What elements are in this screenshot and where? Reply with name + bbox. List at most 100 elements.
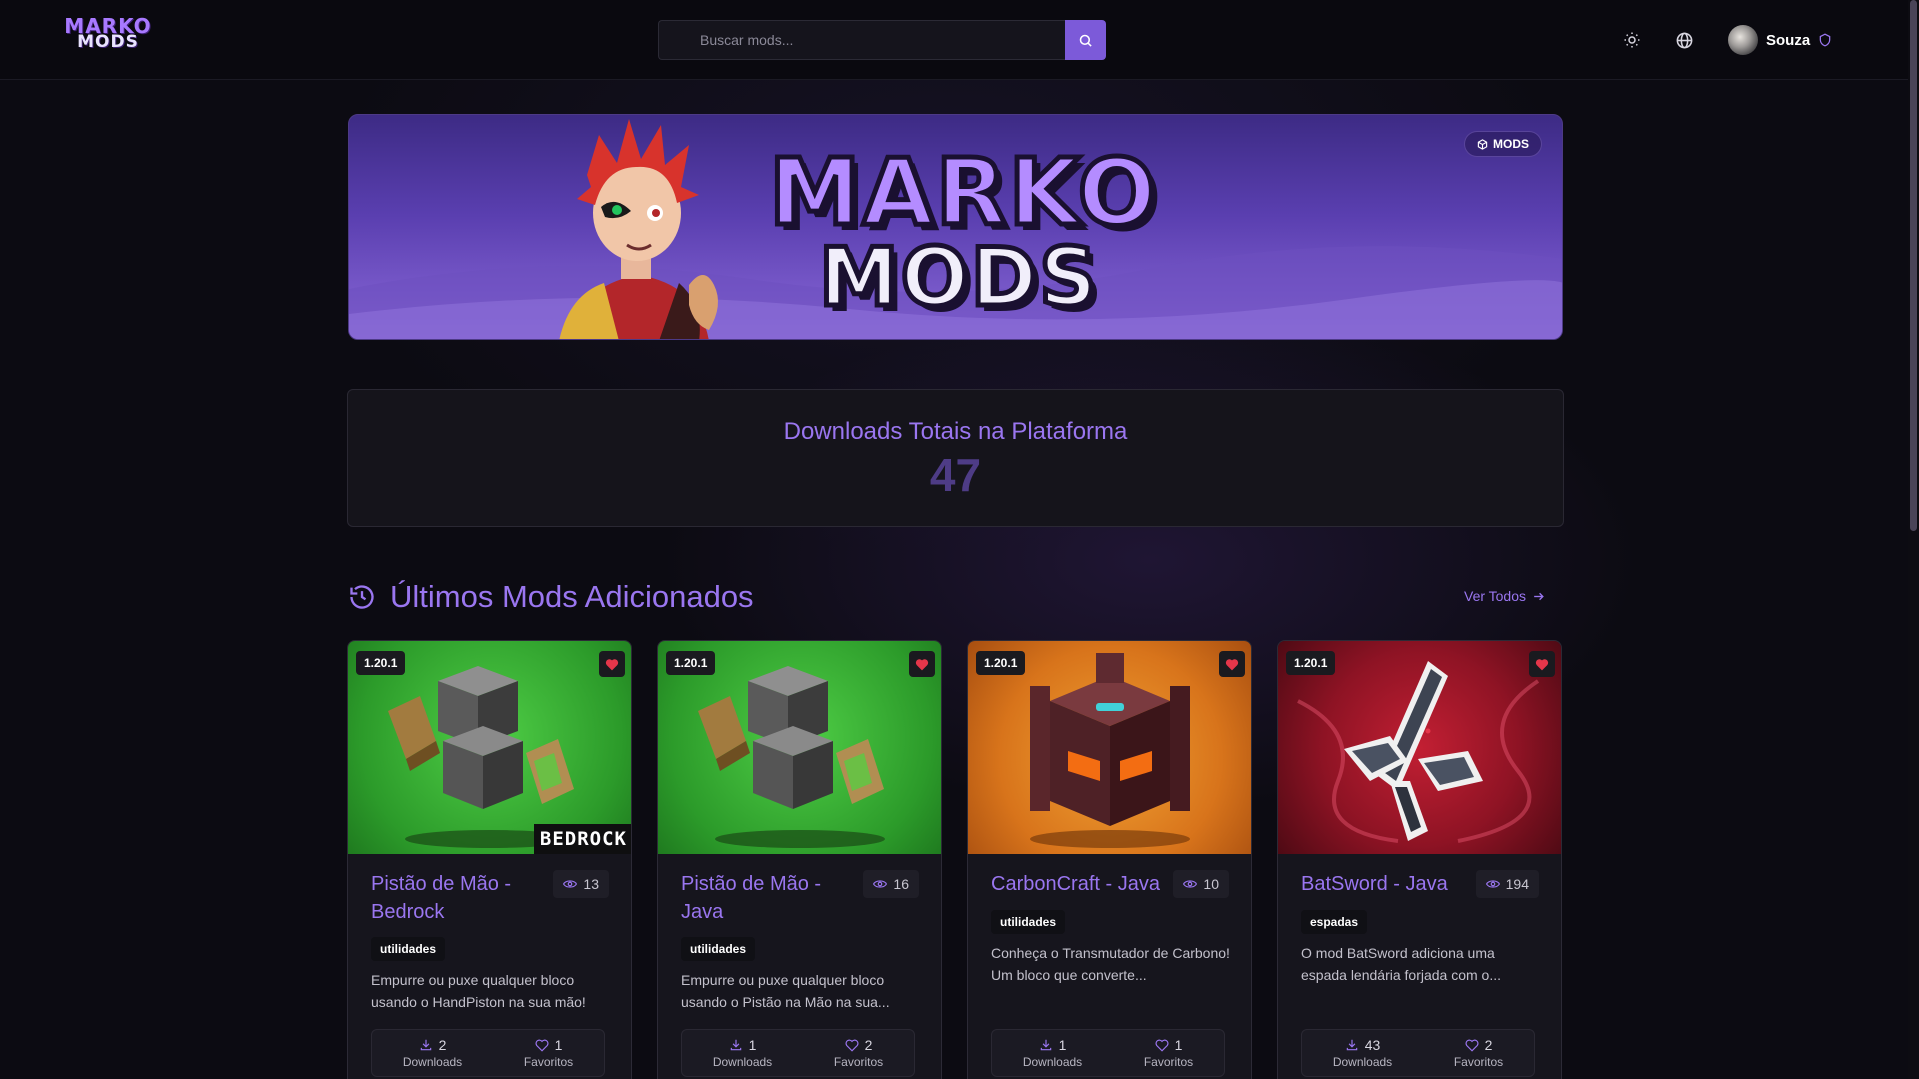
mod-title[interactable]: CarbonCraft - Java <box>991 870 1171 898</box>
downloads-stat: 1 Downloads <box>1023 1037 1082 1069</box>
downloads-stat: 1 Downloads <box>713 1037 772 1069</box>
downloads-value: 2 <box>438 1037 447 1053</box>
top-header: MARKO MODS Souza <box>0 0 1908 80</box>
mods-badge: MODS <box>1464 131 1542 157</box>
category-tag[interactable]: utilidades <box>681 937 756 961</box>
download-icon <box>730 1039 741 1051</box>
user-name: Souza <box>1766 31 1811 49</box>
theme-toggle-button[interactable] <box>1620 28 1644 52</box>
banner-logo-line2: MODS <box>817 231 1100 324</box>
favorite-button[interactable] <box>1529 651 1555 677</box>
language-button[interactable] <box>1672 28 1696 52</box>
scrollbar-thumb[interactable] <box>1910 0 1917 531</box>
downloads-stat: 2 Downloads <box>403 1037 462 1069</box>
mod-thumbnail: BEDROCK 1.20.1 <box>348 641 631 854</box>
heart-icon <box>1535 658 1549 670</box>
favorites-label: Favoritos <box>523 1055 574 1069</box>
download-icon <box>1040 1039 1051 1051</box>
logo-line2: MODS <box>77 32 139 52</box>
view-count-value: 10 <box>1203 876 1219 892</box>
favorite-button[interactable] <box>1219 651 1245 677</box>
downloads-label: Downloads <box>1022 1055 1083 1069</box>
downloads-value: 43 <box>1364 1037 1381 1053</box>
search-button[interactable] <box>1065 20 1106 60</box>
downloads-label: Downloads <box>1332 1055 1393 1069</box>
see-all-label: Ver Todos <box>1464 588 1527 604</box>
eye-icon <box>873 880 888 888</box>
character-illustration <box>559 119 718 339</box>
search-bar <box>658 20 1106 60</box>
heart-outline-icon <box>1465 1039 1479 1052</box>
favorites-stat: 2 Favoritos <box>834 1037 883 1069</box>
category-tag[interactable]: utilidades <box>371 937 446 961</box>
download-icon <box>1346 1039 1357 1051</box>
eye-icon <box>563 880 578 888</box>
heart-icon <box>605 658 619 670</box>
favorites-value: 2 <box>864 1037 873 1053</box>
avatar <box>1728 25 1758 55</box>
version-badge: 1.20.1 <box>666 651 716 675</box>
download-icon <box>420 1039 431 1051</box>
mod-title[interactable]: BatSword - Java <box>1301 870 1481 898</box>
hero-banner: MARKO MODS MODS <box>348 114 1563 340</box>
stats-title: Downloads Totais na Plataforma <box>783 418 1128 445</box>
user-menu[interactable]: Souza <box>1728 24 1832 56</box>
favorite-button[interactable] <box>909 651 935 677</box>
view-count: 194 <box>1475 870 1539 898</box>
mod-description: Conheça o Transmutador de Carbono! Um bl… <box>991 945 1230 983</box>
favorites-value: 1 <box>554 1037 563 1053</box>
mod-description: O mod BatSword adiciona uma espada lendá… <box>1301 945 1502 983</box>
banner-logo: MARKO MODS <box>767 139 1159 324</box>
view-count-value: 13 <box>583 876 599 892</box>
favorites-label: Favoritos <box>1453 1055 1504 1069</box>
mod-card[interactable]: 1.20.1 BatSword - Java 194 espadas O mod… <box>1277 640 1562 1079</box>
category-tag[interactable]: utilidades <box>991 910 1066 934</box>
heart-outline-icon <box>1155 1039 1169 1052</box>
mod-thumbnail: 1.20.1 <box>968 641 1251 854</box>
favorites-value: 1 <box>1174 1037 1183 1053</box>
mod-description: Empurre ou puxe qualquer bloco usando o … <box>371 972 586 1010</box>
downloads-stat: 43 Downloads <box>1333 1037 1392 1069</box>
globe-icon <box>1676 32 1692 48</box>
mod-title[interactable]: Pistão de Mão - Bedrock <box>371 870 551 926</box>
mod-thumbnail: 1.20.1 <box>1278 641 1561 854</box>
downloads-value: 1 <box>1058 1037 1067 1053</box>
bedrock-label: BEDROCK <box>533 824 631 854</box>
site-logo[interactable]: MARKO MODS <box>64 16 152 58</box>
version-badge: 1.20.1 <box>1286 651 1336 675</box>
version-badge: 1.20.1 <box>976 651 1026 675</box>
search-icon <box>1079 34 1092 47</box>
view-count-value: 16 <box>893 876 909 892</box>
banner-logo-line1: MARKO <box>767 139 1159 246</box>
stats-box: 2 Downloads 1 Favoritos <box>371 1029 605 1077</box>
favorites-stat: 1 Favoritos <box>1144 1037 1193 1069</box>
history-icon <box>350 585 374 609</box>
see-all-link[interactable]: Ver Todos <box>1464 584 1545 608</box>
heart-icon <box>1225 658 1239 670</box>
page-scrollbar[interactable] <box>1908 0 1919 1079</box>
total-downloads-panel: Downloads Totais na Plataforma 47 <box>347 389 1564 527</box>
mod-thumbnail: 1.20.1 <box>658 641 941 854</box>
heart-outline-icon <box>535 1039 549 1052</box>
favorites-stat: 1 Favoritos <box>524 1037 573 1069</box>
favorites-stat: 2 Favoritos <box>1454 1037 1503 1069</box>
stats-value: 47 <box>929 449 982 501</box>
view-count: 13 <box>553 870 609 898</box>
shield-icon <box>1819 33 1831 47</box>
mod-card[interactable]: BEDROCK 1.20.1 Pistão de Mão - Bedrock 1… <box>347 640 632 1079</box>
downloads-label: Downloads <box>402 1055 463 1069</box>
mod-card[interactable]: 1.20.1 Pistão de Mão - Java 16 utilidade… <box>657 640 942 1079</box>
mods-badge-label: MODS <box>1493 137 1529 151</box>
arrow-right-icon <box>1534 592 1544 600</box>
eye-icon <box>1485 880 1500 888</box>
search-input[interactable] <box>658 20 1065 60</box>
mod-card[interactable]: 1.20.1 CarbonCraft - Java 10 utilidades … <box>967 640 1252 1079</box>
mod-title[interactable]: Pistão de Mão - Java <box>681 870 861 926</box>
favorites-label: Favoritos <box>833 1055 884 1069</box>
downloads-label: Downloads <box>712 1055 773 1069</box>
category-tag[interactable]: espadas <box>1301 910 1368 934</box>
favorites-value: 2 <box>1484 1037 1493 1053</box>
sun-icon <box>1624 32 1640 48</box>
cube-icon <box>1477 138 1488 150</box>
favorite-button[interactable] <box>599 651 625 677</box>
